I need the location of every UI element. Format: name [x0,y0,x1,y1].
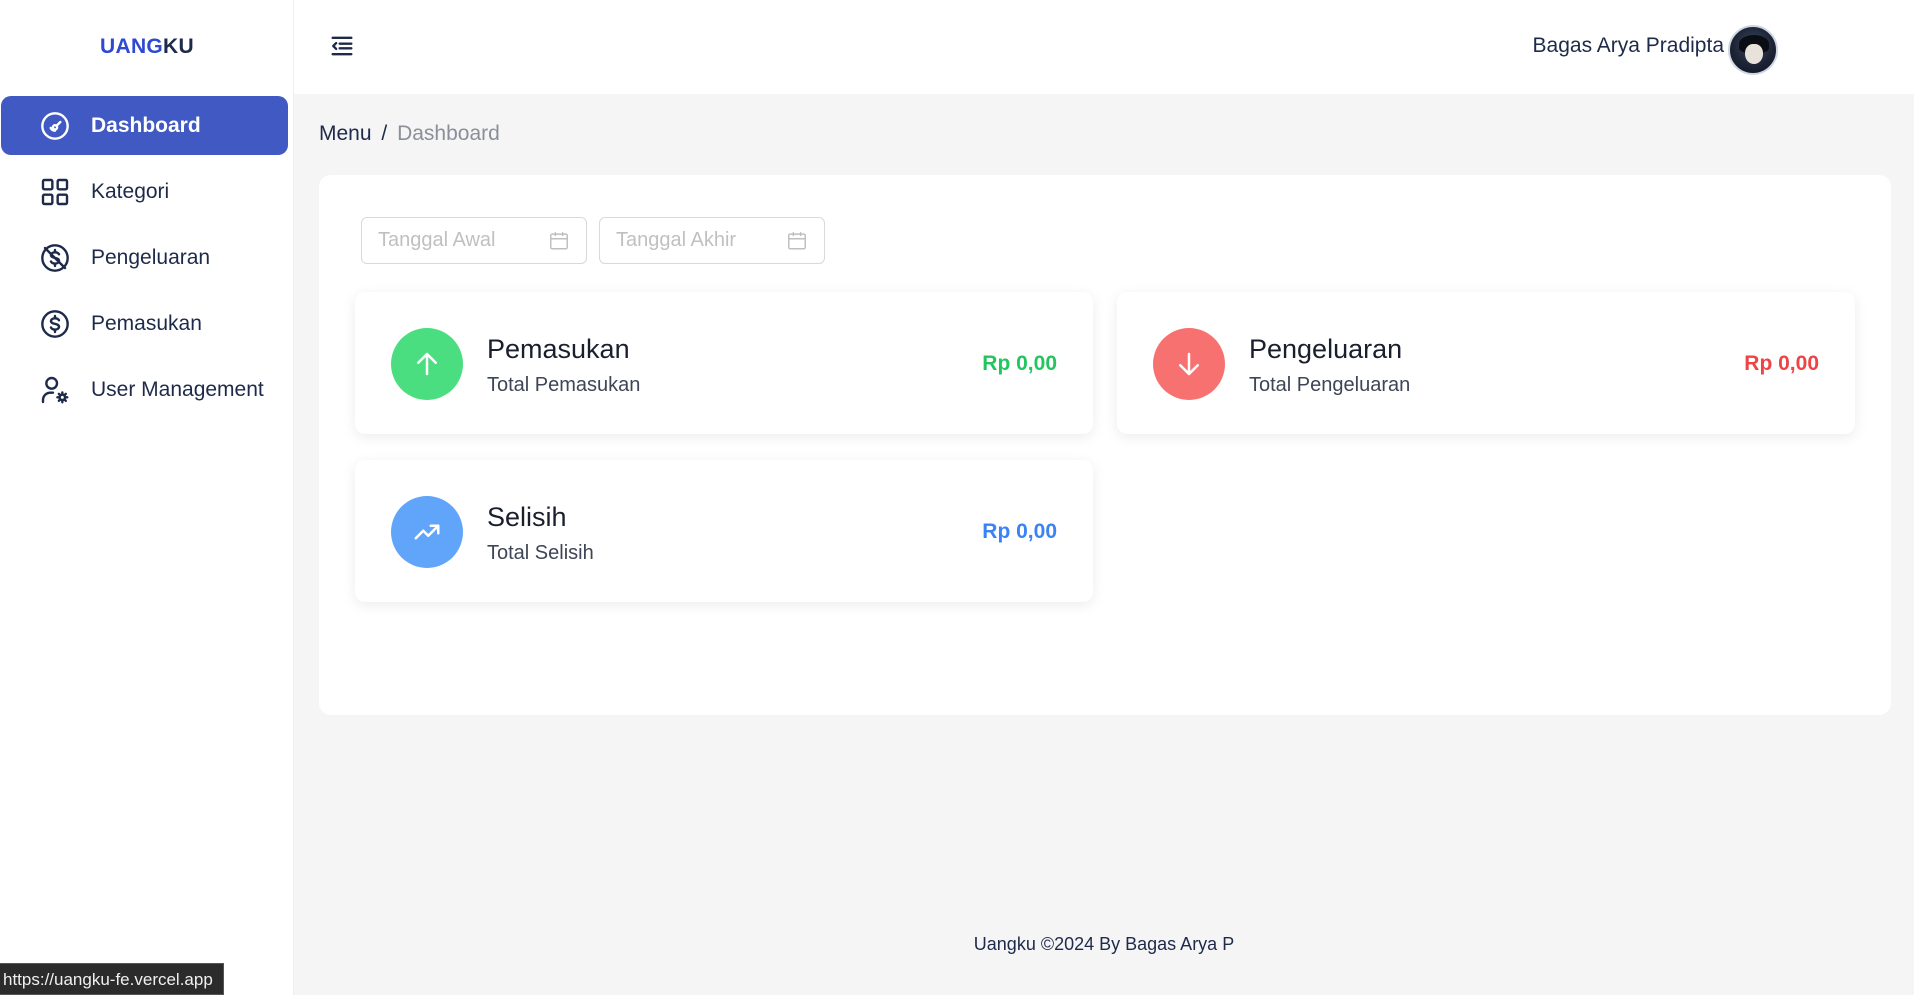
dollar-circle-icon [39,308,71,340]
sidebar: UANG KU Dashboard Kategori Pengeluaran Pe… [0,0,294,995]
sidebar-item-label: Pemasukan [91,311,202,335]
sidebar-item-pengeluaran[interactable]: Pengeluaran [1,228,288,287]
sidebar-item-kategori[interactable]: Kategori [1,162,288,221]
income-value: Rp 0,00 [982,352,1057,375]
sidebar-item-label: Kategori [91,179,170,203]
user-name[interactable]: Bagas Arya Pradipta [1533,34,1724,58]
category-grid-icon [39,176,71,208]
expense-title: Pengeluaran [1249,334,1403,364]
expense-value: Rp 0,00 [1744,352,1819,375]
difference-subtitle: Total Selisih [487,542,594,564]
start-date-input[interactable]: Tanggal Awal [361,217,587,264]
sidebar-item-pemasukan[interactable]: Pemasukan [1,294,288,353]
breadcrumb: Menu / Dashboard [319,122,500,146]
topbar: Bagas Arya Pradipta [294,0,1914,94]
dashboard-gauge-icon [39,110,71,142]
sidebar-item-label: Dashboard [91,113,201,137]
arrow-up-icon [391,328,463,400]
footer: Uangku ©2024 By Bagas Arya P [973,934,1235,954]
brand-logo-part2: KU [163,35,194,58]
difference-title: Selisih [487,502,567,532]
income-title: Pemasukan [487,334,630,364]
income-card: Pemasukan Total Pemasukan Rp 0,00 [355,292,1093,434]
end-date-input[interactable]: Tanggal Akhir [599,217,825,264]
difference-value: Rp 0,00 [982,520,1057,543]
brand-logo[interactable]: UANG KU [0,0,294,94]
expense-subtitle: Total Pengeluaran [1249,374,1411,396]
calendar-icon [788,232,806,250]
sidebar-item-label: User Management [91,377,264,401]
breadcrumb-menu[interactable]: Menu [319,122,372,145]
breadcrumb-separator: / [381,122,388,145]
dashboard-panel: Tanggal Awal Tanggal Akhir Pemasukan Tot… [319,175,1891,715]
trending-up-icon [391,496,463,568]
breadcrumb-current: Dashboard [397,122,500,145]
end-date-placeholder: Tanggal Akhir [616,229,737,251]
sidebar-item-label: Pengeluaran [91,245,211,269]
start-date-placeholder: Tanggal Awal [378,229,496,251]
calendar-icon [550,232,568,250]
menu-collapse-icon[interactable] [328,32,356,60]
sidebar-item-dashboard[interactable]: Dashboard [1,96,288,155]
expense-card: Pengeluaran Total Pengeluaran Rp 0,00 [1117,292,1855,434]
sidebar-item-user-management[interactable]: User Management [1,360,288,419]
difference-card: Selisih Total Selisih Rp 0,00 [355,460,1093,602]
avatar[interactable] [1728,25,1778,75]
status-bar-url: https://uangku-fe.vercel.app [0,963,224,995]
sidebar-nav: Dashboard Kategori Pengeluaran Pemasukan… [0,94,293,419]
income-subtitle: Total Pemasukan [487,374,641,396]
brand-logo-part1: UANG [100,35,164,58]
no-money-icon [39,242,71,274]
arrow-down-icon [1153,328,1225,400]
user-settings-icon [39,374,71,406]
